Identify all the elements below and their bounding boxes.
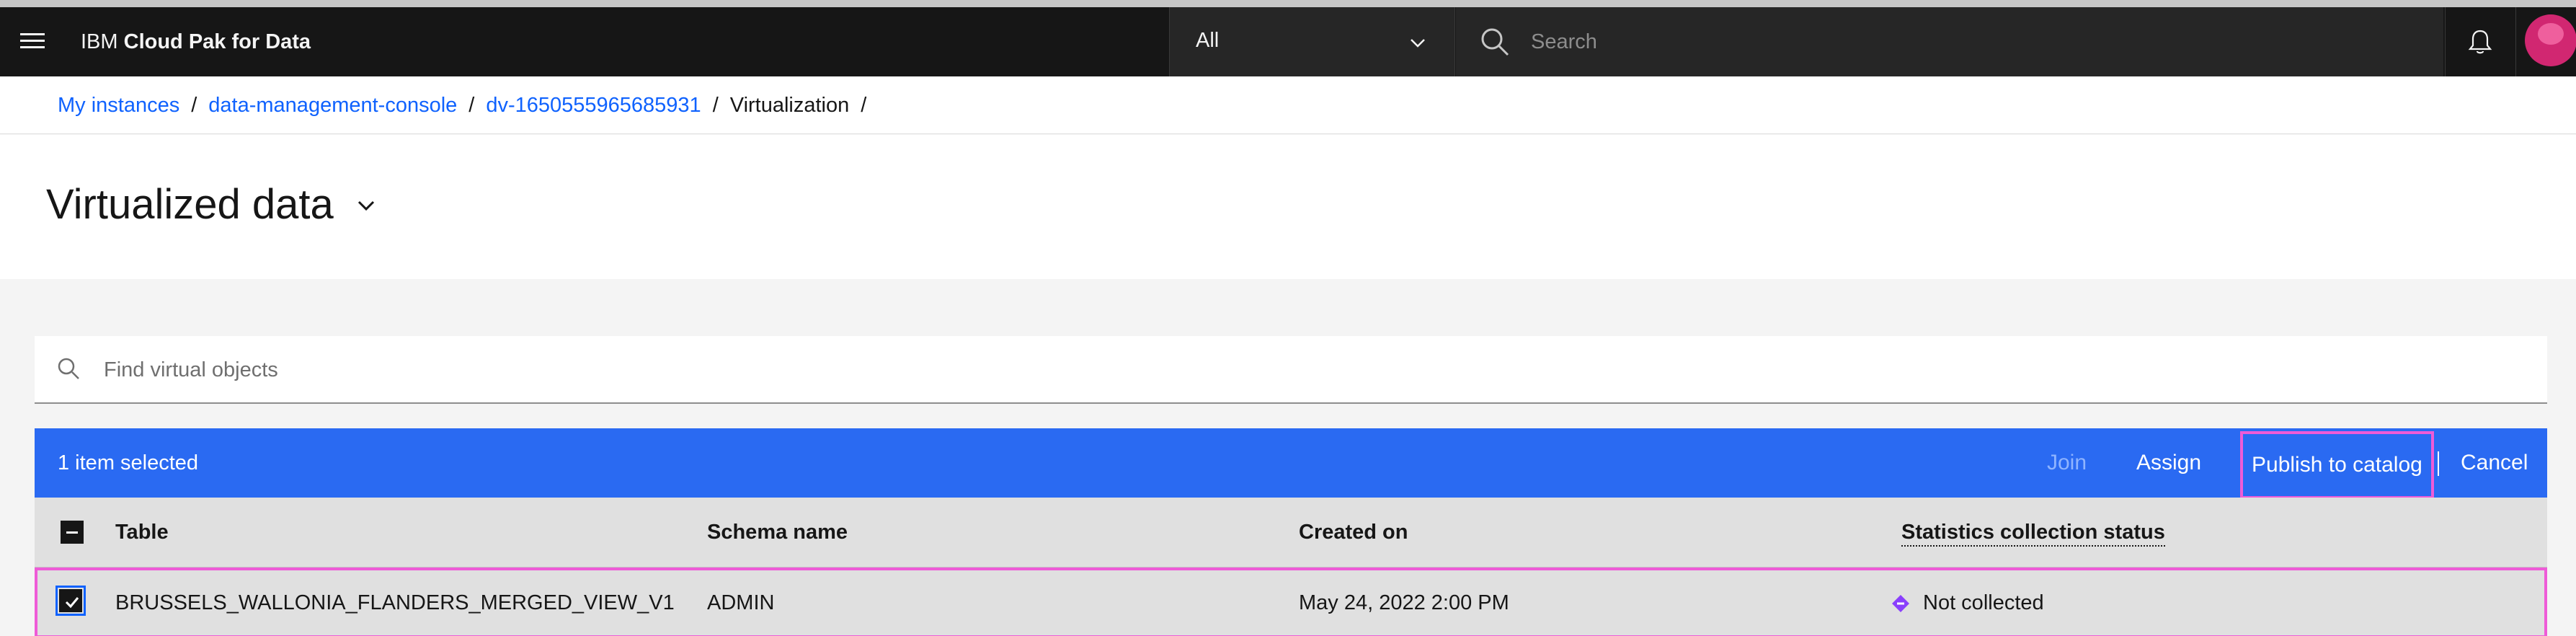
search-scope-value: All (1196, 29, 1220, 52)
breadcrumb-bar: My instances / data-management-console / dv-… (0, 76, 2576, 134)
cancel-button[interactable]: Cancel (2461, 428, 2528, 498)
breadcrumb-instance-id[interactable]: dv-1650555965685931 (486, 94, 701, 117)
brand-product-name: Cloud Pak for Data (123, 30, 311, 53)
chevron-down-icon (1411, 39, 1425, 48)
breadcrumb-current: Virtualization (729, 94, 850, 117)
page-title: Virtualized data (46, 181, 334, 228)
column-header-table[interactable]: Table (115, 498, 169, 567)
breadcrumb-separator: / (861, 94, 867, 117)
global-search (1456, 7, 2443, 76)
page-header: Virtualized data (0, 135, 2576, 279)
assign-button[interactable]: Assign (2136, 428, 2201, 498)
search-scope-dropdown[interactable]: All (1169, 7, 1455, 76)
column-header-created-on[interactable]: Created on (1299, 498, 1408, 567)
breadcrumb-separator: / (468, 94, 475, 117)
batch-divider (2438, 451, 2439, 476)
cell-statistics-status: Not collected (1923, 591, 2044, 614)
breadcrumb-separator: / (191, 94, 197, 117)
find-virtual-objects (35, 336, 2547, 404)
bell-icon (2468, 30, 2492, 54)
publish-to-catalog-button[interactable]: Publish to catalog (2240, 431, 2434, 499)
column-header-schema-name[interactable]: Schema name (707, 498, 848, 567)
diamond-status-icon (1892, 595, 1909, 612)
batch-action-bar: 1 item selected Join Assign Publish to c… (35, 428, 2547, 499)
product-brand[interactable]: IBM Cloud Pak for Data (81, 27, 311, 56)
breadcrumb-separator: / (712, 94, 719, 117)
app-header: IBM Cloud Pak for Data All (0, 7, 2576, 76)
find-virtual-objects-input[interactable] (104, 350, 2482, 389)
checkmark-icon (65, 597, 79, 609)
row-checkbox[interactable] (55, 586, 86, 616)
cell-created-on: May 24, 2022 2:00 PM (1299, 591, 1509, 614)
breadcrumb-my-instances[interactable]: My instances (58, 94, 179, 117)
join-button[interactable]: Join (2047, 428, 2087, 498)
cell-schema-name: ADMIN (707, 591, 775, 614)
hamburger-menu-icon[interactable] (20, 29, 49, 55)
search-icon (58, 358, 79, 379)
search-icon (1481, 28, 1509, 56)
column-header-statistics-status[interactable]: Statistics collection status (1901, 498, 2165, 567)
items-selected-count: 1 item selected (58, 451, 199, 474)
cell-table-name[interactable]: BRUSSELS_WALLONIA_FLANDERS_MERGED_VIEW_V… (115, 567, 675, 636)
notifications-button[interactable] (2445, 7, 2514, 76)
statistics-status-label: Statistics collection status (1901, 521, 2165, 547)
global-search-input[interactable] (1531, 23, 2396, 61)
breadcrumb-data-management-console[interactable]: data-management-console (208, 94, 457, 117)
breadcrumb: My instances / data-management-console / dv-… (58, 91, 878, 120)
virtualized-data-table: Table Schema name Created on Statistics … (35, 498, 2547, 636)
chevron-down-icon[interactable] (352, 191, 381, 220)
user-avatar-icon (2525, 14, 2576, 66)
user-profile-button[interactable] (2515, 7, 2576, 76)
table-header: Table Schema name Created on Statistics … (35, 498, 2547, 567)
brand-ibm: IBM (81, 30, 118, 53)
table-row[interactable]: BRUSSELS_WALLONIA_FLANDERS_MERGED_VIEW_V… (35, 567, 2547, 636)
select-all-checkbox[interactable] (61, 521, 84, 544)
window-top-strip (0, 0, 2576, 7)
